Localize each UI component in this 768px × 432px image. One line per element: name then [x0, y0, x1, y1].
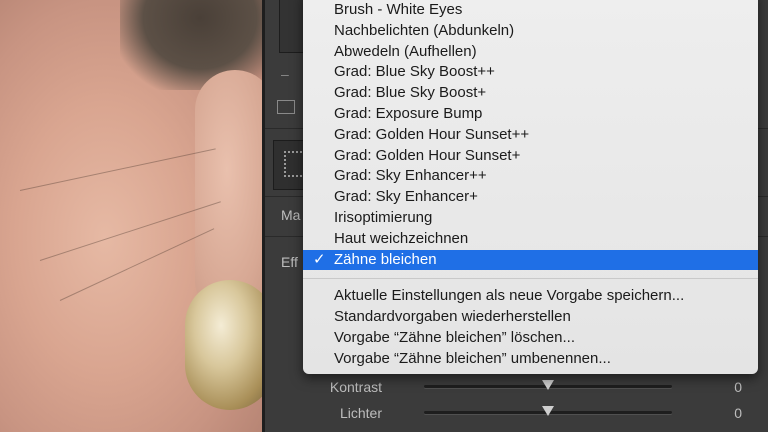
- menu-item-preset[interactable]: Grad: Blue Sky Boost++: [303, 62, 758, 83]
- menu-item-preset[interactable]: Haut weichzeichnen: [303, 229, 758, 250]
- menu-item-preset[interactable]: Brush - White Eyes: [303, 0, 758, 21]
- effect-label: Eff: [281, 254, 298, 270]
- menu-item-restore-defaults[interactable]: Standardvorgaben wiederherstellen: [303, 307, 758, 328]
- menu-item-delete-preset[interactable]: Vorgabe “Zähne bleichen” löschen...: [303, 328, 758, 349]
- menu-item-preset[interactable]: Abwedeln (Aufhellen): [303, 42, 758, 63]
- menu-divider: [303, 278, 758, 280]
- slider-value[interactable]: 0: [728, 405, 742, 421]
- menu-item-save-preset[interactable]: Aktuelle Einstellungen als neue Vorgabe …: [303, 286, 758, 307]
- photo-hair-strand: [59, 228, 215, 301]
- menu-item-preset[interactable]: Grad: Exposure Bump: [303, 104, 758, 125]
- slider-label: Lichter: [339, 405, 382, 421]
- photo-preview[interactable]: [0, 0, 262, 432]
- minus-icon[interactable]: –: [281, 66, 289, 82]
- photo-hair-strand: [39, 201, 221, 261]
- slider-track[interactable]: [424, 406, 672, 416]
- photo-earring: [185, 280, 262, 410]
- rectangle-icon[interactable]: [277, 100, 295, 114]
- menu-item-preset[interactable]: Grad: Sky Enhancer+: [303, 187, 758, 208]
- menu-item-rename-preset[interactable]: Vorgabe “Zähne bleichen” umbenennen...: [303, 349, 758, 370]
- slider-label: Kontrast: [329, 379, 382, 395]
- photo-hair-strand: [19, 148, 216, 191]
- menu-item-preset[interactable]: Grad: Blue Sky Boost+: [303, 83, 758, 104]
- slider-thumb[interactable]: [542, 406, 554, 416]
- menu-item-preset[interactable]: Grad: Golden Hour Sunset+: [303, 146, 758, 167]
- slider-contrast[interactable]: Kontrast 0: [262, 376, 768, 398]
- menu-item-preset[interactable]: Irisoptimierung: [303, 208, 758, 229]
- menu-item-preset[interactable]: Grad: Sky Enhancer++: [303, 166, 758, 187]
- slider-thumb[interactable]: [542, 380, 554, 390]
- menu-item-preset[interactable]: Nachbelichten (Abdunkeln): [303, 21, 758, 42]
- effect-preset-menu: Brush - White Eyes Nachbelichten (Abdunk…: [303, 0, 758, 374]
- slider-track[interactable]: [424, 380, 672, 390]
- slider-value[interactable]: 0: [728, 379, 742, 395]
- mask-label: Ma: [281, 207, 301, 223]
- menu-item-preset-selected[interactable]: ✓ Zähne bleichen: [303, 249, 758, 271]
- menu-item-preset[interactable]: Grad: Golden Hour Sunset++: [303, 125, 758, 146]
- slider-highlights[interactable]: Lichter 0: [262, 402, 768, 424]
- checkmark-icon: ✓: [313, 250, 326, 268]
